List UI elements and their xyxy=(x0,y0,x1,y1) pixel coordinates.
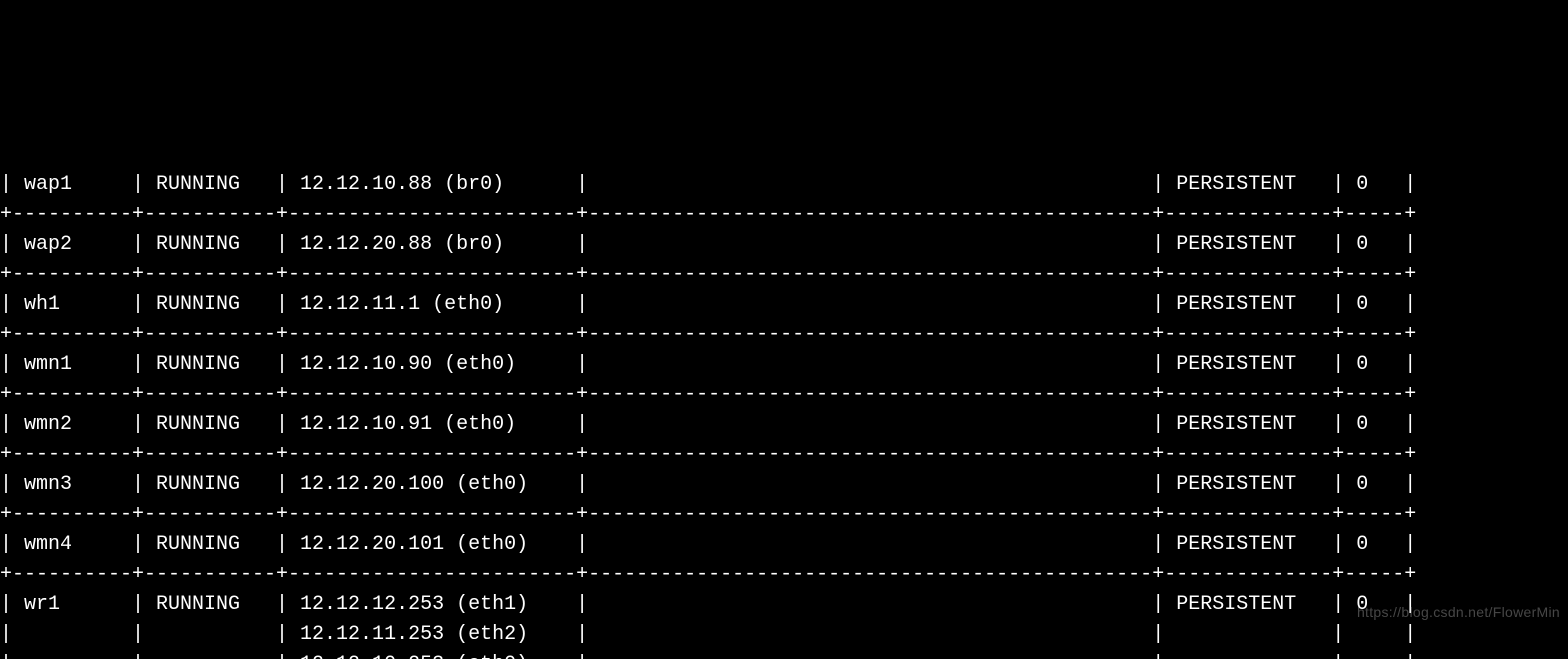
watermark-text: https://blog.csdn.net/FlowerMin xyxy=(1357,602,1560,623)
terminal-output: | wap1 | RUNNING | 12.12.10.88 (br0) | |… xyxy=(0,170,1568,659)
ascii-table: | wap1 | RUNNING | 12.12.10.88 (br0) | |… xyxy=(0,170,1568,659)
